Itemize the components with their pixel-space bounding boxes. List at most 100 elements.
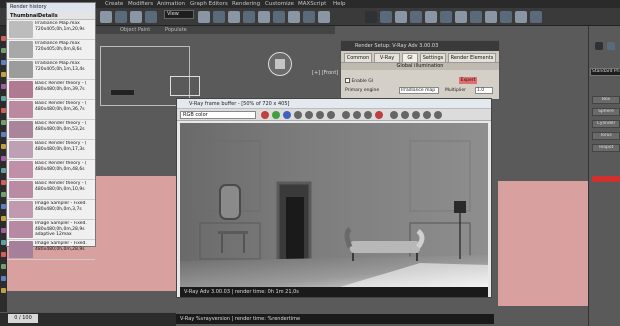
object-paint-label[interactable]: Object Paint bbox=[120, 26, 150, 34]
details-column-header[interactable]: Details bbox=[35, 12, 58, 19]
history-row[interactable]: Image Sampler - Fixed. 480x480;0h,0m,3,7s bbox=[7, 200, 95, 220]
color-swatch[interactable] bbox=[592, 176, 620, 182]
green-channel-icon[interactable] bbox=[272, 111, 280, 119]
object-type-select[interactable]: Standard Primitives bbox=[590, 68, 620, 76]
vfb-icon[interactable] bbox=[440, 11, 452, 23]
sphere-button[interactable]: Sphere bbox=[592, 108, 620, 116]
render-thumbnail[interactable] bbox=[9, 181, 33, 198]
enable-gi-checkbox[interactable]: Enable GI bbox=[345, 78, 373, 84]
menu-maxscript[interactable]: MAXScript bbox=[298, 0, 326, 8]
history-row[interactable]: Basic Render theory - (480x480;0h,0m,17,… bbox=[7, 140, 95, 160]
gi-rollout-header[interactable]: Global illumination bbox=[341, 63, 499, 70]
blue-channel-icon[interactable] bbox=[283, 111, 291, 119]
history-row[interactable]: Irradiance Map.max 720x405;0h,1m,13,4s bbox=[7, 60, 95, 80]
menu-modifiers[interactable]: Modifiers bbox=[128, 0, 153, 8]
tab-render-elements[interactable]: Render Elements bbox=[448, 53, 496, 62]
reference-coordinate-select[interactable]: View bbox=[164, 10, 194, 19]
time-slider[interactable]: 0 / 100 bbox=[8, 314, 38, 323]
lens-effects-icon[interactable] bbox=[390, 111, 398, 119]
align-icon[interactable] bbox=[273, 11, 285, 23]
channel-select[interactable]: RGB color bbox=[180, 111, 256, 119]
modify-tab-icon[interactable] bbox=[607, 42, 615, 50]
select-icon[interactable] bbox=[100, 11, 112, 23]
history-row[interactable]: Image Sampler - Fixed. 480x480;0h,0m,28,9… bbox=[7, 220, 95, 240]
proxy-icon[interactable] bbox=[500, 11, 512, 23]
menu-animation[interactable]: Animation bbox=[157, 0, 185, 8]
torus-button[interactable]: Torus bbox=[592, 132, 620, 140]
tab-settings[interactable]: Settings bbox=[420, 53, 446, 62]
render-setup-icon[interactable] bbox=[380, 11, 392, 23]
move-icon[interactable] bbox=[145, 11, 157, 23]
save-icon[interactable] bbox=[316, 111, 324, 119]
thumbnail-column-header[interactable]: Thumbnail bbox=[7, 12, 40, 19]
menu-create[interactable]: Create bbox=[105, 0, 123, 8]
tool-icon[interactable] bbox=[1, 264, 6, 269]
menu-customize[interactable]: Customize bbox=[265, 0, 294, 8]
history-row[interactable]: Basic Render theory - (480x480;0h,0m,48,… bbox=[7, 160, 95, 180]
history-row[interactable]: Irradiance Map.max 720x405;0h,0m,8,6s bbox=[7, 40, 95, 60]
render-thumbnail[interactable] bbox=[9, 121, 33, 138]
track-mouse-icon[interactable] bbox=[353, 111, 361, 119]
history-row[interactable]: Basic Render theory - (480x480;0h,0m,53,… bbox=[7, 120, 95, 140]
render-thumbnail[interactable] bbox=[9, 141, 33, 158]
tab-gi[interactable]: GI bbox=[402, 53, 418, 62]
red-channel-icon[interactable] bbox=[261, 111, 269, 119]
tab-vray[interactable]: V-Ray bbox=[374, 53, 400, 62]
teapot-icon[interactable] bbox=[425, 11, 437, 23]
render-thumbnail[interactable] bbox=[9, 101, 33, 118]
history-row[interactable]: Image Sampler - Fixed. 480x480;0h,0m,28,9… bbox=[7, 240, 95, 260]
checkbox-icon[interactable] bbox=[345, 78, 350, 83]
percent-snap-icon[interactable] bbox=[243, 11, 255, 23]
schematic-icon[interactable] bbox=[318, 11, 330, 23]
camera-icon[interactable] bbox=[470, 11, 482, 23]
light-icon[interactable] bbox=[485, 11, 497, 23]
render-thumbnail[interactable] bbox=[9, 221, 33, 238]
render-thumbnail[interactable] bbox=[9, 81, 33, 98]
teapot-button[interactable]: Teapot bbox=[592, 144, 620, 152]
viewcube-face[interactable] bbox=[275, 59, 285, 69]
render-thumbnail[interactable] bbox=[9, 21, 33, 38]
mono-icon[interactable] bbox=[305, 111, 313, 119]
layer-icon[interactable] bbox=[288, 11, 300, 23]
menu-graph-editors[interactable]: Graph Editors bbox=[190, 0, 228, 8]
color-correction-icon[interactable] bbox=[401, 111, 409, 119]
box-button[interactable]: Box bbox=[592, 96, 620, 104]
history-row[interactable]: Basic Render theory - (480x480;0h,0m,10,… bbox=[7, 180, 95, 200]
tool-icon[interactable] bbox=[1, 276, 6, 281]
rendered-image[interactable] bbox=[180, 123, 488, 287]
create-tab-icon[interactable] bbox=[595, 42, 603, 50]
viewcube-icon[interactable] bbox=[268, 52, 292, 76]
render-thumbnail[interactable] bbox=[9, 201, 33, 218]
fur-icon[interactable] bbox=[515, 11, 527, 23]
menu-rendering[interactable]: Rendering bbox=[232, 0, 260, 8]
render-thumbnail[interactable] bbox=[9, 161, 33, 178]
vray-icon[interactable] bbox=[455, 11, 467, 23]
compare-icon[interactable] bbox=[434, 111, 442, 119]
tool-icon[interactable] bbox=[1, 252, 6, 257]
history-icon[interactable] bbox=[364, 111, 372, 119]
clear-icon[interactable] bbox=[327, 111, 335, 119]
render-thumbnail[interactable] bbox=[9, 241, 33, 258]
history-row[interactable]: Basic Render theory - (480x480;0h,0m,39,… bbox=[7, 80, 95, 100]
populate-label[interactable]: Populate bbox=[165, 26, 187, 34]
history-row[interactable]: Irradiance Map.max 720x405;0h,1m,20,9s bbox=[7, 20, 95, 40]
srgb-icon[interactable] bbox=[412, 111, 420, 119]
render-icon[interactable] bbox=[410, 11, 422, 23]
alpha-channel-icon[interactable] bbox=[294, 111, 302, 119]
region-icon[interactable] bbox=[342, 111, 350, 119]
render-thumbnail[interactable] bbox=[9, 61, 33, 78]
tab-common[interactable]: Common bbox=[344, 53, 372, 62]
cylinder-button[interactable]: Cylinder bbox=[592, 120, 620, 128]
material-editor-icon[interactable] bbox=[365, 11, 377, 23]
history-row[interactable]: Basic Render theory - (480x480;0h,0m,36,… bbox=[7, 100, 95, 120]
primary-engine-select[interactable]: Irradiance map bbox=[399, 87, 439, 94]
menu-help[interactable]: Help bbox=[333, 0, 346, 8]
render-thumbnail[interactable] bbox=[9, 41, 33, 58]
select-region-icon[interactable] bbox=[130, 11, 142, 23]
select-by-name-icon[interactable] bbox=[115, 11, 127, 23]
snap-icon[interactable] bbox=[213, 11, 225, 23]
tool-icon[interactable] bbox=[1, 288, 6, 293]
sun-icon[interactable] bbox=[530, 11, 542, 23]
stop-render-icon[interactable] bbox=[375, 111, 383, 119]
pivot-icon[interactable] bbox=[198, 11, 210, 23]
